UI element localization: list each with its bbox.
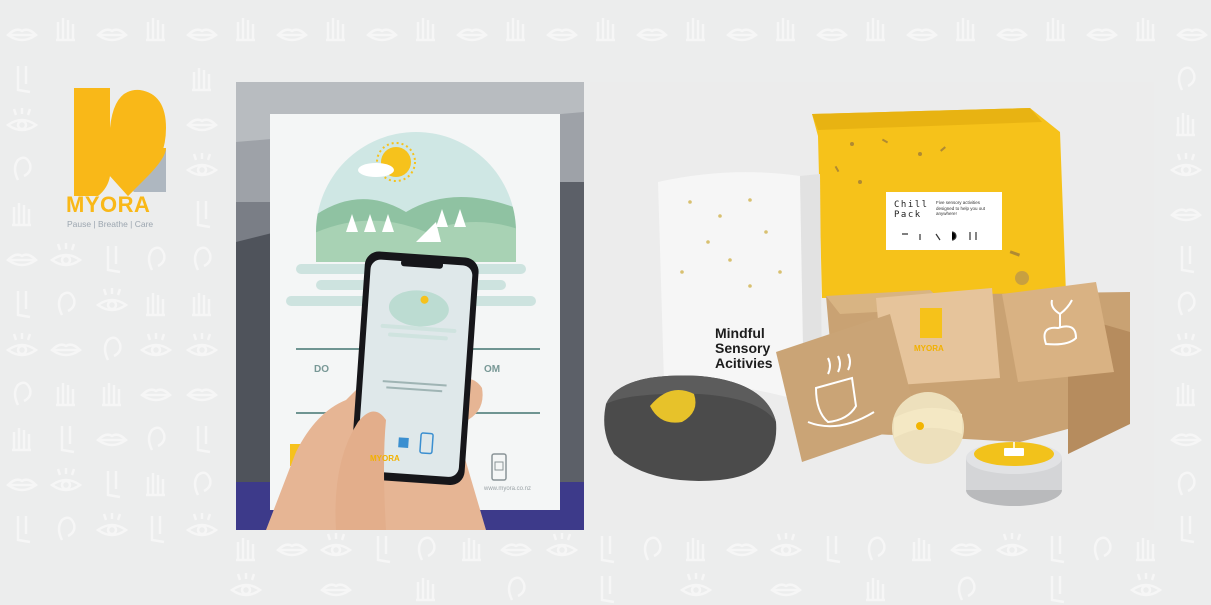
logo-mark-icon bbox=[74, 88, 166, 196]
chill-pack-label-line-2: Pack bbox=[894, 210, 922, 220]
logo-tagline: Pause | Breathe | Care bbox=[67, 219, 154, 229]
booklet-title-line-1: Mindful bbox=[715, 325, 765, 341]
card-logo-wordmark: MYORA bbox=[914, 344, 944, 353]
logo-wordmark: MYORA bbox=[66, 192, 151, 217]
chill-pack-label-description: Five sensory activities designed to help… bbox=[936, 200, 986, 216]
booklet-title: Mindful Sensory Acitivies bbox=[715, 326, 773, 371]
phone-screen-logo: MYORA bbox=[370, 454, 400, 463]
poster-photo: DO OM MYORA www.myora.co.nz bbox=[236, 82, 584, 530]
chill-pack-label-title: Chill Pack bbox=[894, 200, 929, 220]
svg-text:OM: OM bbox=[484, 364, 500, 375]
booklet-title-line-2: Sensory bbox=[715, 340, 771, 356]
booklet-title-line-3: Acitivies bbox=[715, 355, 773, 371]
poster-url: www.myora.co.nz bbox=[484, 486, 532, 492]
chill-pack-label-line-1: Chill bbox=[894, 200, 929, 210]
svg-text:DO: DO bbox=[314, 364, 329, 375]
brand-logo: MYORA Pause | Breathe | Care bbox=[64, 88, 174, 238]
poster-scene-illustration: DO OM bbox=[236, 82, 584, 530]
chill-pack-photo: Mindful Sensory Acitivies Chill Pack Fiv… bbox=[590, 82, 1154, 530]
chill-pack-scene bbox=[590, 82, 1154, 530]
